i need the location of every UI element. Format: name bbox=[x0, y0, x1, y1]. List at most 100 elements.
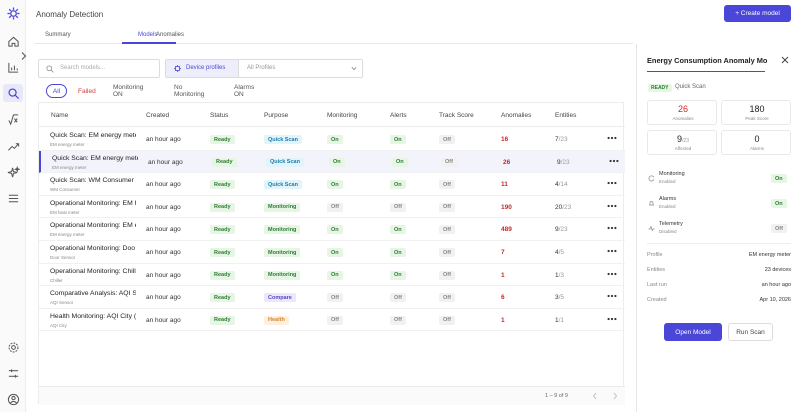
row-track-score-toggle[interactable]: Off bbox=[439, 202, 455, 212]
row-track-score-toggle[interactable]: Off bbox=[441, 157, 457, 167]
row-monitoring-toggle[interactable]: On bbox=[327, 248, 343, 257]
row-alerts-toggle[interactable]: On bbox=[390, 248, 406, 257]
table-row[interactable]: Operational Monitoring: EM e EM energy me… bbox=[39, 218, 625, 241]
more-options-icon[interactable] bbox=[607, 135, 617, 141]
row-monitoring-toggle[interactable]: Off bbox=[327, 315, 343, 325]
row-name[interactable]: Quick Scan: EM energy meter bbox=[50, 132, 136, 139]
header-status[interactable]: Status bbox=[210, 112, 228, 119]
more-options-icon[interactable] bbox=[607, 271, 617, 277]
row-monitoring-toggle[interactable]: Off bbox=[327, 202, 343, 212]
row-monitoring-toggle[interactable]: On bbox=[327, 270, 343, 280]
row-name[interactable]: Operational Monitoring: EM e bbox=[50, 222, 136, 229]
create-model-button[interactable]: + Create model bbox=[724, 5, 791, 22]
row-purpose-badge: Health bbox=[264, 315, 289, 325]
settings-gear-icon[interactable] bbox=[6, 340, 20, 354]
row-purpose-badge: Quick Scan bbox=[266, 157, 304, 167]
page-title: Anomaly Detection bbox=[36, 10, 104, 19]
row-track-score-toggle[interactable]: Off bbox=[439, 180, 455, 190]
row-alerts-toggle[interactable]: On bbox=[390, 180, 406, 190]
telemetry-toggle[interactable]: Off bbox=[771, 224, 787, 233]
row-track-score-toggle[interactable]: Off bbox=[439, 135, 455, 144]
close-icon[interactable] bbox=[781, 56, 789, 64]
tab-summary[interactable]: Summary bbox=[45, 32, 71, 38]
row-track-score-toggle[interactable]: Off bbox=[439, 270, 455, 280]
row-monitoring-toggle[interactable]: On bbox=[327, 225, 343, 235]
table-row[interactable]: Health Monitoring: AQI City (AQI City an … bbox=[39, 309, 625, 332]
row-monitoring-toggle[interactable]: Off bbox=[327, 293, 343, 303]
chip-failed[interactable]: Failed bbox=[78, 84, 96, 98]
more-options-icon[interactable] bbox=[607, 248, 617, 254]
header-created[interactable]: Created bbox=[146, 112, 169, 119]
table-row[interactable]: Operational Monitoring: Chill Chiller an h… bbox=[39, 264, 625, 287]
header-anomalies[interactable]: Anomalies bbox=[501, 112, 531, 119]
more-options-icon[interactable] bbox=[607, 316, 617, 322]
row-monitoring-toggle[interactable]: On bbox=[327, 180, 343, 190]
profile-select-value[interactable]: All Profiles bbox=[247, 65, 275, 71]
row-name[interactable]: Quick Scan: WM Consumer (c bbox=[50, 177, 136, 184]
row-track-score-toggle[interactable]: Off bbox=[439, 248, 455, 257]
table-row[interactable]: Quick Scan: WM Consumer (c WM Consumer an … bbox=[39, 173, 625, 196]
expand-chevron-icon[interactable] bbox=[19, 48, 28, 60]
row-alerts-toggle[interactable]: Off bbox=[390, 315, 406, 325]
more-options-icon[interactable] bbox=[609, 158, 619, 164]
row-alerts-toggle[interactable]: On bbox=[390, 225, 406, 235]
run-scan-button[interactable]: Run Scan bbox=[728, 323, 773, 341]
table-row[interactable]: Operational Monitoring: Doo Door Sensor an… bbox=[39, 241, 625, 264]
alarms-toggle[interactable]: On bbox=[771, 199, 787, 208]
row-track-score-toggle[interactable]: Off bbox=[439, 293, 455, 303]
app-logo-icon[interactable] bbox=[6, 6, 20, 20]
table-row[interactable]: Operational Monitoring: EM h EM heat mete… bbox=[39, 196, 625, 219]
trend-icon[interactable] bbox=[6, 139, 20, 153]
row-name[interactable]: Operational Monitoring: EM h bbox=[50, 200, 136, 207]
row-alerts-toggle[interactable]: Off bbox=[390, 293, 406, 303]
row-monitoring-toggle[interactable]: On bbox=[327, 135, 343, 144]
header-monitoring[interactable]: Monitoring bbox=[327, 112, 357, 119]
chevron-down-icon[interactable] bbox=[351, 66, 357, 71]
prev-page-icon[interactable] bbox=[592, 392, 598, 400]
tab-models[interactable]: Models bbox=[138, 32, 157, 38]
row-alerts-toggle[interactable]: On bbox=[390, 270, 406, 280]
chip-all[interactable]: All bbox=[46, 84, 67, 98]
row-name[interactable]: Comparative Analysis: AQI Se bbox=[50, 290, 136, 297]
row-name[interactable]: Health Monitoring: AQI City ( bbox=[50, 313, 136, 320]
row-name[interactable]: Quick Scan: EM energy meter bbox=[52, 155, 138, 162]
menu-icon[interactable] bbox=[6, 191, 20, 205]
chip-monitoring-on[interactable]: Monitoring ON bbox=[113, 84, 143, 98]
table-row[interactable]: Quick Scan: EM energy meter EM energy met… bbox=[39, 128, 625, 151]
header-name[interactable]: Name bbox=[51, 112, 68, 119]
tab-anomalies[interactable]: Anomalies bbox=[156, 32, 184, 38]
row-name[interactable]: Operational Monitoring: Doo bbox=[50, 245, 136, 252]
bar-chart-icon[interactable] bbox=[6, 60, 20, 74]
anomaly-search-icon[interactable] bbox=[3, 84, 23, 102]
chip-alarms-on[interactable]: Alarms ON bbox=[234, 84, 254, 98]
home-icon[interactable] bbox=[6, 34, 20, 48]
row-alerts-toggle[interactable]: On bbox=[390, 135, 406, 144]
chip-no-monitoring[interactable]: No Monitoring bbox=[174, 84, 204, 98]
header-purpose[interactable]: Purpose bbox=[264, 112, 288, 119]
open-model-button[interactable]: Open Model bbox=[664, 323, 722, 341]
device-profiles-dropdown[interactable]: Device profiles bbox=[166, 60, 239, 77]
row-track-score-toggle[interactable]: Off bbox=[439, 225, 455, 235]
row-alerts-toggle[interactable]: On bbox=[392, 157, 408, 167]
header-track-score[interactable]: Track Score bbox=[439, 112, 474, 119]
row-track-score-toggle[interactable]: Off bbox=[439, 315, 455, 325]
row-name[interactable]: Operational Monitoring: Chill bbox=[50, 268, 136, 275]
more-options-icon[interactable] bbox=[607, 203, 617, 209]
row-monitoring-toggle[interactable]: On bbox=[329, 157, 345, 167]
row-alerts-toggle[interactable]: Off bbox=[390, 202, 406, 212]
header-entities[interactable]: Entities bbox=[555, 112, 576, 119]
monitoring-toggle[interactable]: On bbox=[771, 174, 787, 183]
function-icon[interactable] bbox=[6, 112, 20, 126]
more-options-icon[interactable] bbox=[607, 180, 617, 186]
next-page-icon[interactable] bbox=[612, 392, 618, 400]
user-account-icon[interactable] bbox=[6, 392, 20, 406]
more-options-icon[interactable] bbox=[607, 225, 617, 231]
sparkle-icon[interactable] bbox=[6, 165, 20, 179]
stat-anomalies-value: 26 bbox=[677, 104, 688, 114]
search-input[interactable]: Search models... bbox=[38, 59, 160, 78]
table-row[interactable]: Quick Scan: EM energy meter EM energy met… bbox=[39, 150, 625, 174]
sliders-icon[interactable] bbox=[6, 366, 20, 380]
table-row[interactable]: Comparative Analysis: AQI Se AQI Sensor an… bbox=[39, 286, 625, 309]
more-options-icon[interactable] bbox=[607, 293, 617, 299]
header-alerts[interactable]: Alerts bbox=[390, 112, 407, 119]
